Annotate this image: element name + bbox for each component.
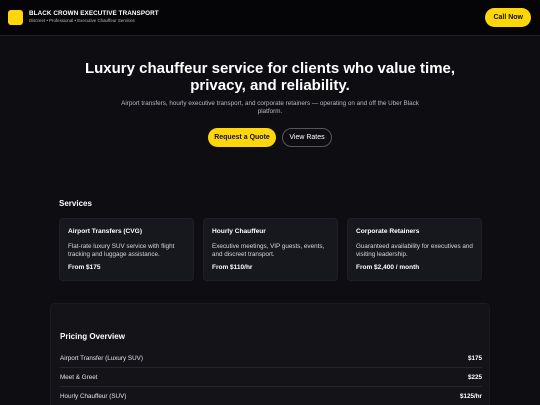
call-now-button[interactable]: Call Now bbox=[485, 8, 531, 27]
pricing-row: Meet & Greet $225 bbox=[60, 368, 482, 387]
service-card-price: From $2,400 / month bbox=[356, 264, 420, 271]
hero-section: Luxury chauffeur service for clients who… bbox=[0, 36, 540, 186]
service-card: Airport Transfers (CVG) Flat-rate luxury… bbox=[59, 218, 194, 281]
request-quote-button[interactable]: Request a Quote bbox=[208, 128, 276, 147]
brand-text: BLACK CROWN EXECUTIVE TRANSPORT Discreet… bbox=[29, 10, 159, 24]
service-card-description: Flat-rate luxury SUV service with flight… bbox=[68, 243, 175, 258]
pricing-row-value: $225 bbox=[467, 373, 482, 381]
service-card-price: From $110/hr bbox=[212, 264, 253, 271]
service-card-description: Executive meetings, VIP guests, events, … bbox=[212, 243, 325, 258]
services-title: Services bbox=[59, 199, 92, 208]
service-card-price: From $175 bbox=[68, 264, 101, 271]
pricing-row: Hourly Chauffeur (SUV) $125/hr bbox=[60, 387, 482, 405]
hero-subtitle: Airport transfers, hourly executive tran… bbox=[121, 100, 419, 115]
brand-logo bbox=[8, 10, 23, 25]
site-header: BLACK CROWN EXECUTIVE TRANSPORT Discreet… bbox=[0, 0, 540, 36]
pricing-row-label: Hourly Chauffeur (SUV) bbox=[60, 393, 127, 400]
service-card-title: Corporate Retainers bbox=[356, 228, 420, 235]
service-card-description: Guaranteed availability for executives a… bbox=[356, 243, 473, 258]
pricing-title: Pricing Overview bbox=[60, 332, 125, 341]
pricing-row-label: Airport Transfer (Luxury SUV) bbox=[60, 354, 143, 362]
pricing-row-value: $175 bbox=[467, 354, 482, 362]
service-card: Corporate Retainers Guaranteed availabil… bbox=[347, 218, 482, 281]
service-card: Hourly Chauffeur Executive meetings, VIP… bbox=[203, 218, 338, 281]
service-card-title: Airport Transfers (CVG) bbox=[68, 228, 143, 235]
page: BLACK CROWN EXECUTIVE TRANSPORT Discreet… bbox=[0, 0, 540, 405]
view-rates-button[interactable]: View Rates bbox=[282, 128, 332, 147]
service-card-title: Hourly Chauffeur bbox=[212, 228, 266, 235]
hero-actions: Request a Quote View Rates bbox=[0, 128, 540, 147]
hero-title: Luxury chauffeur service for clients who… bbox=[84, 60, 456, 94]
service-cards: Airport Transfers (CVG) Flat-rate luxury… bbox=[59, 218, 482, 281]
pricing-section: Pricing Overview Airport Transfer (Luxur… bbox=[50, 303, 490, 405]
brand-tagline: Discreet • Professional • Executive Chau… bbox=[29, 18, 135, 24]
services-section: Services Airport Transfers (CVG) Flat-ra… bbox=[59, 199, 482, 281]
pricing-list: Airport Transfer (Luxury SUV) $175 Meet … bbox=[60, 349, 482, 405]
pricing-row-value: $125/hr bbox=[459, 393, 482, 400]
pricing-row: Airport Transfer (Luxury SUV) $175 bbox=[60, 349, 482, 368]
pricing-row-label: Meet & Greet bbox=[60, 373, 98, 381]
brand-name: BLACK CROWN EXECUTIVE TRANSPORT bbox=[29, 10, 159, 18]
brand[interactable]: BLACK CROWN EXECUTIVE TRANSPORT Discreet… bbox=[8, 10, 159, 25]
